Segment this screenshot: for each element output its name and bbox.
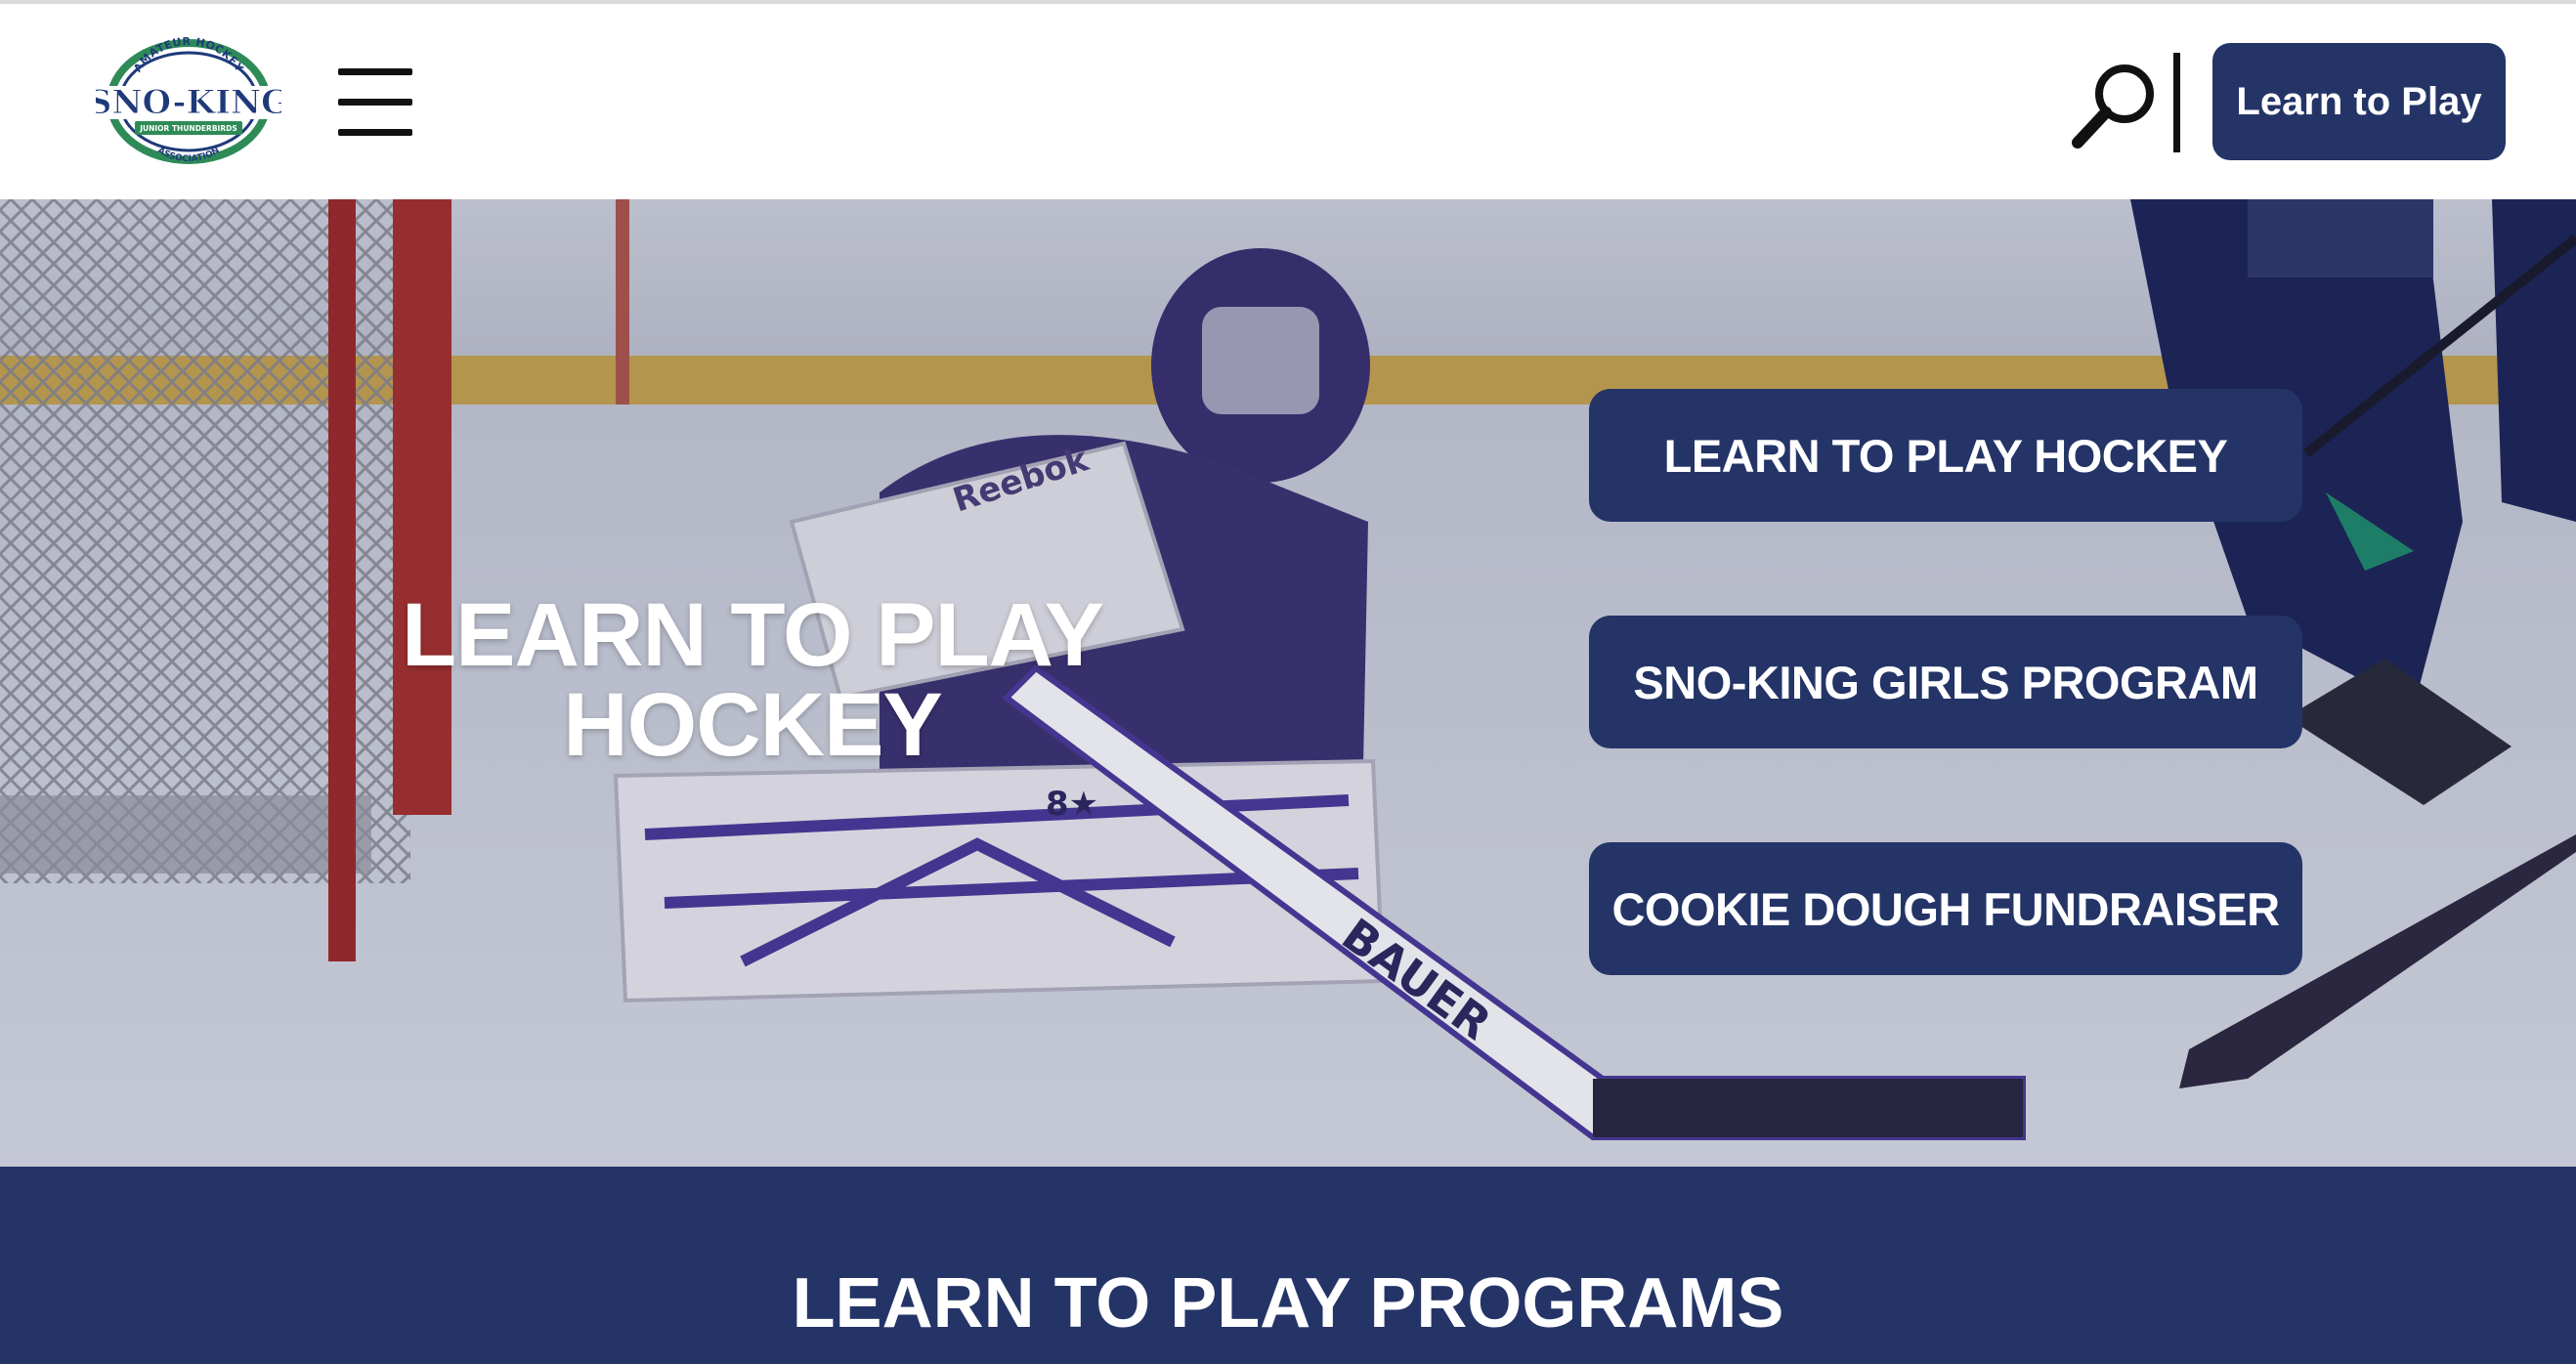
sno-king-association-logo-icon: AMATEUR HOCKEY SNO-KING JUNIOR THUNDERBI… bbox=[96, 35, 281, 164]
learn-to-play-hockey-button[interactable]: LEARN TO PLAY HOCKEY bbox=[1589, 389, 2302, 522]
logo-ribbon: JUNIOR THUNDERBIRDS bbox=[139, 124, 237, 133]
hero-title-line-2: HOCKEY bbox=[563, 675, 943, 775]
hero-title-line-1: LEARN TO PLAY bbox=[401, 585, 1104, 685]
page: AMATEUR HOCKEY SNO-KING JUNIOR THUNDERBI… bbox=[0, 0, 2576, 1364]
site-logo[interactable]: AMATEUR HOCKEY SNO-KING JUNIOR THUNDERBI… bbox=[96, 35, 281, 168]
programs-section: LEARN TO PLAY PROGRAMS bbox=[0, 1167, 2576, 1364]
hamburger-menu-button[interactable] bbox=[338, 66, 414, 139]
hero-title: LEARN TO PLAY HOCKEY bbox=[332, 590, 1173, 770]
search-icon bbox=[2072, 64, 2154, 149]
site-header: AMATEUR HOCKEY SNO-KING JUNIOR THUNDERBI… bbox=[0, 4, 2576, 199]
sno-king-girls-program-button[interactable]: SNO-KING GIRLS PROGRAM bbox=[1589, 616, 2302, 748]
hero-section: Reebok 8★ BAUER LEARN TO PLAY HOCKEY LEA… bbox=[0, 199, 2576, 1167]
logo-name: SNO-KING bbox=[96, 83, 281, 122]
programs-heading: LEARN TO PLAY PROGRAMS bbox=[792, 1264, 1784, 1343]
search-button[interactable] bbox=[2070, 61, 2160, 150]
learn-to-play-header-button[interactable]: Learn to Play bbox=[2212, 43, 2506, 160]
cookie-dough-fundraiser-button[interactable]: COOKIE DOUGH FUNDRAISER bbox=[1589, 842, 2302, 975]
header-divider bbox=[2173, 53, 2180, 152]
